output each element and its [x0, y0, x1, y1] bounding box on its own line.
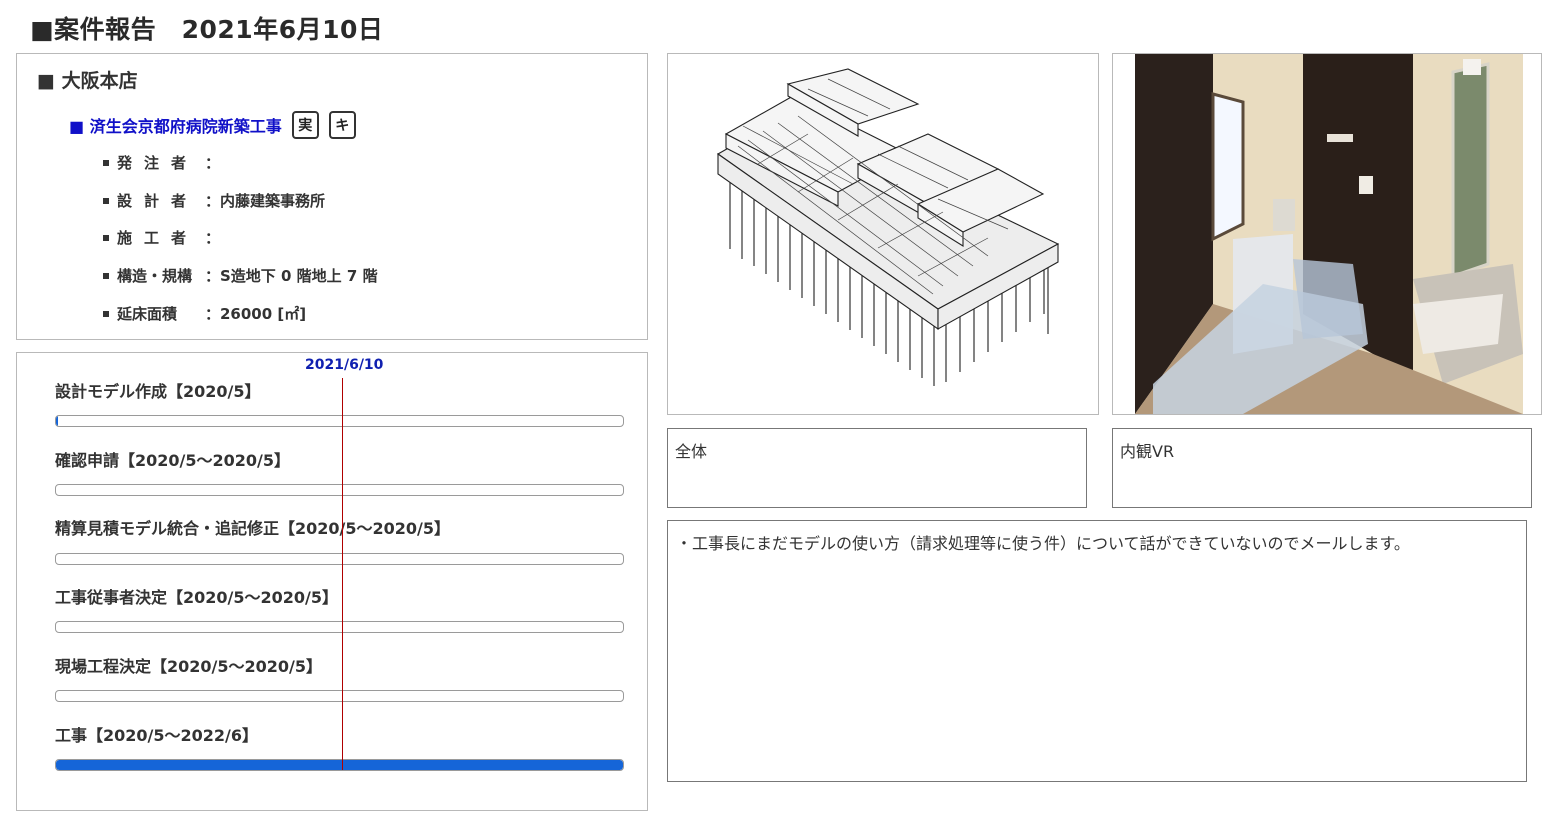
interior-vr-image[interactable] [1112, 53, 1542, 415]
task-progress-bar [55, 484, 624, 496]
task-label: 工事【2020/5～2022/6】 [55, 726, 259, 745]
task-progress-bar [55, 553, 624, 565]
page-title: ■案件報告 2021年6月10日 [30, 15, 384, 44]
detail-value: ： [205, 154, 221, 172]
caption-overall-text: 全体 [675, 442, 708, 461]
detail-value: ：内藤建築事務所 [205, 192, 326, 210]
today-marker-line [342, 378, 343, 770]
task-label: 精算見積モデル統合・追記修正【2020/5～2020/5】 [55, 519, 451, 538]
detail-label: 設計者 [117, 192, 199, 210]
detail-value: ：S造地下 0 階地上 7 階 [205, 267, 378, 285]
bullet-icon [103, 159, 109, 166]
task-label: 工事従事者決定【2020/5～2020/5】 [55, 588, 339, 607]
bullet-icon [103, 272, 109, 279]
detail-contractor: 施工者 ： [103, 227, 220, 248]
branch-name: ■ 大阪本店 [37, 70, 138, 92]
tag-jitsu-button[interactable]: 実 [291, 111, 319, 139]
progress-panel: 設計モデル作成【2020/5】 確認申請【2020/5～2020/5】 精算見積… [16, 352, 648, 811]
task-label: 設計モデル作成【2020/5】 [55, 382, 261, 401]
bim-wireframe-illustration [716, 68, 1060, 386]
today-marker-label: 2021/6/10 [305, 357, 384, 373]
notes-textarea[interactable]: ・工事長にまだモデルの使い方（請求処理等に使う件）について話ができていないのでメ… [667, 520, 1527, 782]
task-label: 確認申請【2020/5～2020/5】 [55, 451, 291, 470]
project-name-link[interactable]: ■ 済生会京都府病院新築工事 [69, 113, 282, 137]
detail-floor-area: 延床面積 ：26000 [㎡] [103, 303, 306, 324]
detail-label: 延床面積 [117, 305, 178, 323]
tag-ki-button[interactable]: キ [328, 111, 356, 139]
caption-vr-text: 内観VR [1120, 442, 1175, 461]
detail-structure: 構造・規構 ：S造地下 0 階地上 7 階 [103, 265, 378, 286]
detail-label: 発注者 [117, 154, 199, 172]
project-row: ■ 済生会京都府病院新築工事 実 キ [69, 108, 356, 142]
caption-overall-box[interactable]: 全体 [667, 428, 1087, 508]
detail-label: 構造・規構 [117, 267, 193, 285]
project-info-panel: ■ 大阪本店 ■ 済生会京都府病院新築工事 実 キ 発注者 ： 設計者 ：内藤建… [16, 53, 648, 340]
detail-designer: 設計者 ：内藤建築事務所 [103, 190, 325, 211]
task-progress-fill [56, 760, 623, 770]
bullet-icon [103, 197, 109, 204]
detail-label: 施工者 [117, 229, 199, 247]
task-progress-bar [55, 759, 624, 771]
detail-value: ：26000 [㎡] [205, 305, 307, 323]
task-label: 現場工程決定【2020/5～2020/5】 [55, 657, 323, 676]
task-progress-bar [55, 690, 624, 702]
task-progress-fill [56, 416, 59, 426]
bim-model-image[interactable] [667, 53, 1099, 415]
caption-vr-box[interactable]: 内観VR [1112, 428, 1532, 508]
bullet-icon [103, 234, 109, 241]
detail-client: 発注者 ： [103, 152, 220, 173]
task-progress-bar [55, 621, 624, 633]
detail-value: ： [205, 229, 221, 247]
bullet-icon [103, 310, 109, 317]
notes-text: ・工事長にまだモデルの使い方（請求処理等に使う件）について話ができていないのでメ… [676, 534, 1410, 553]
interior-vr-illustration [1135, 54, 1523, 414]
task-progress-bar [55, 415, 624, 427]
